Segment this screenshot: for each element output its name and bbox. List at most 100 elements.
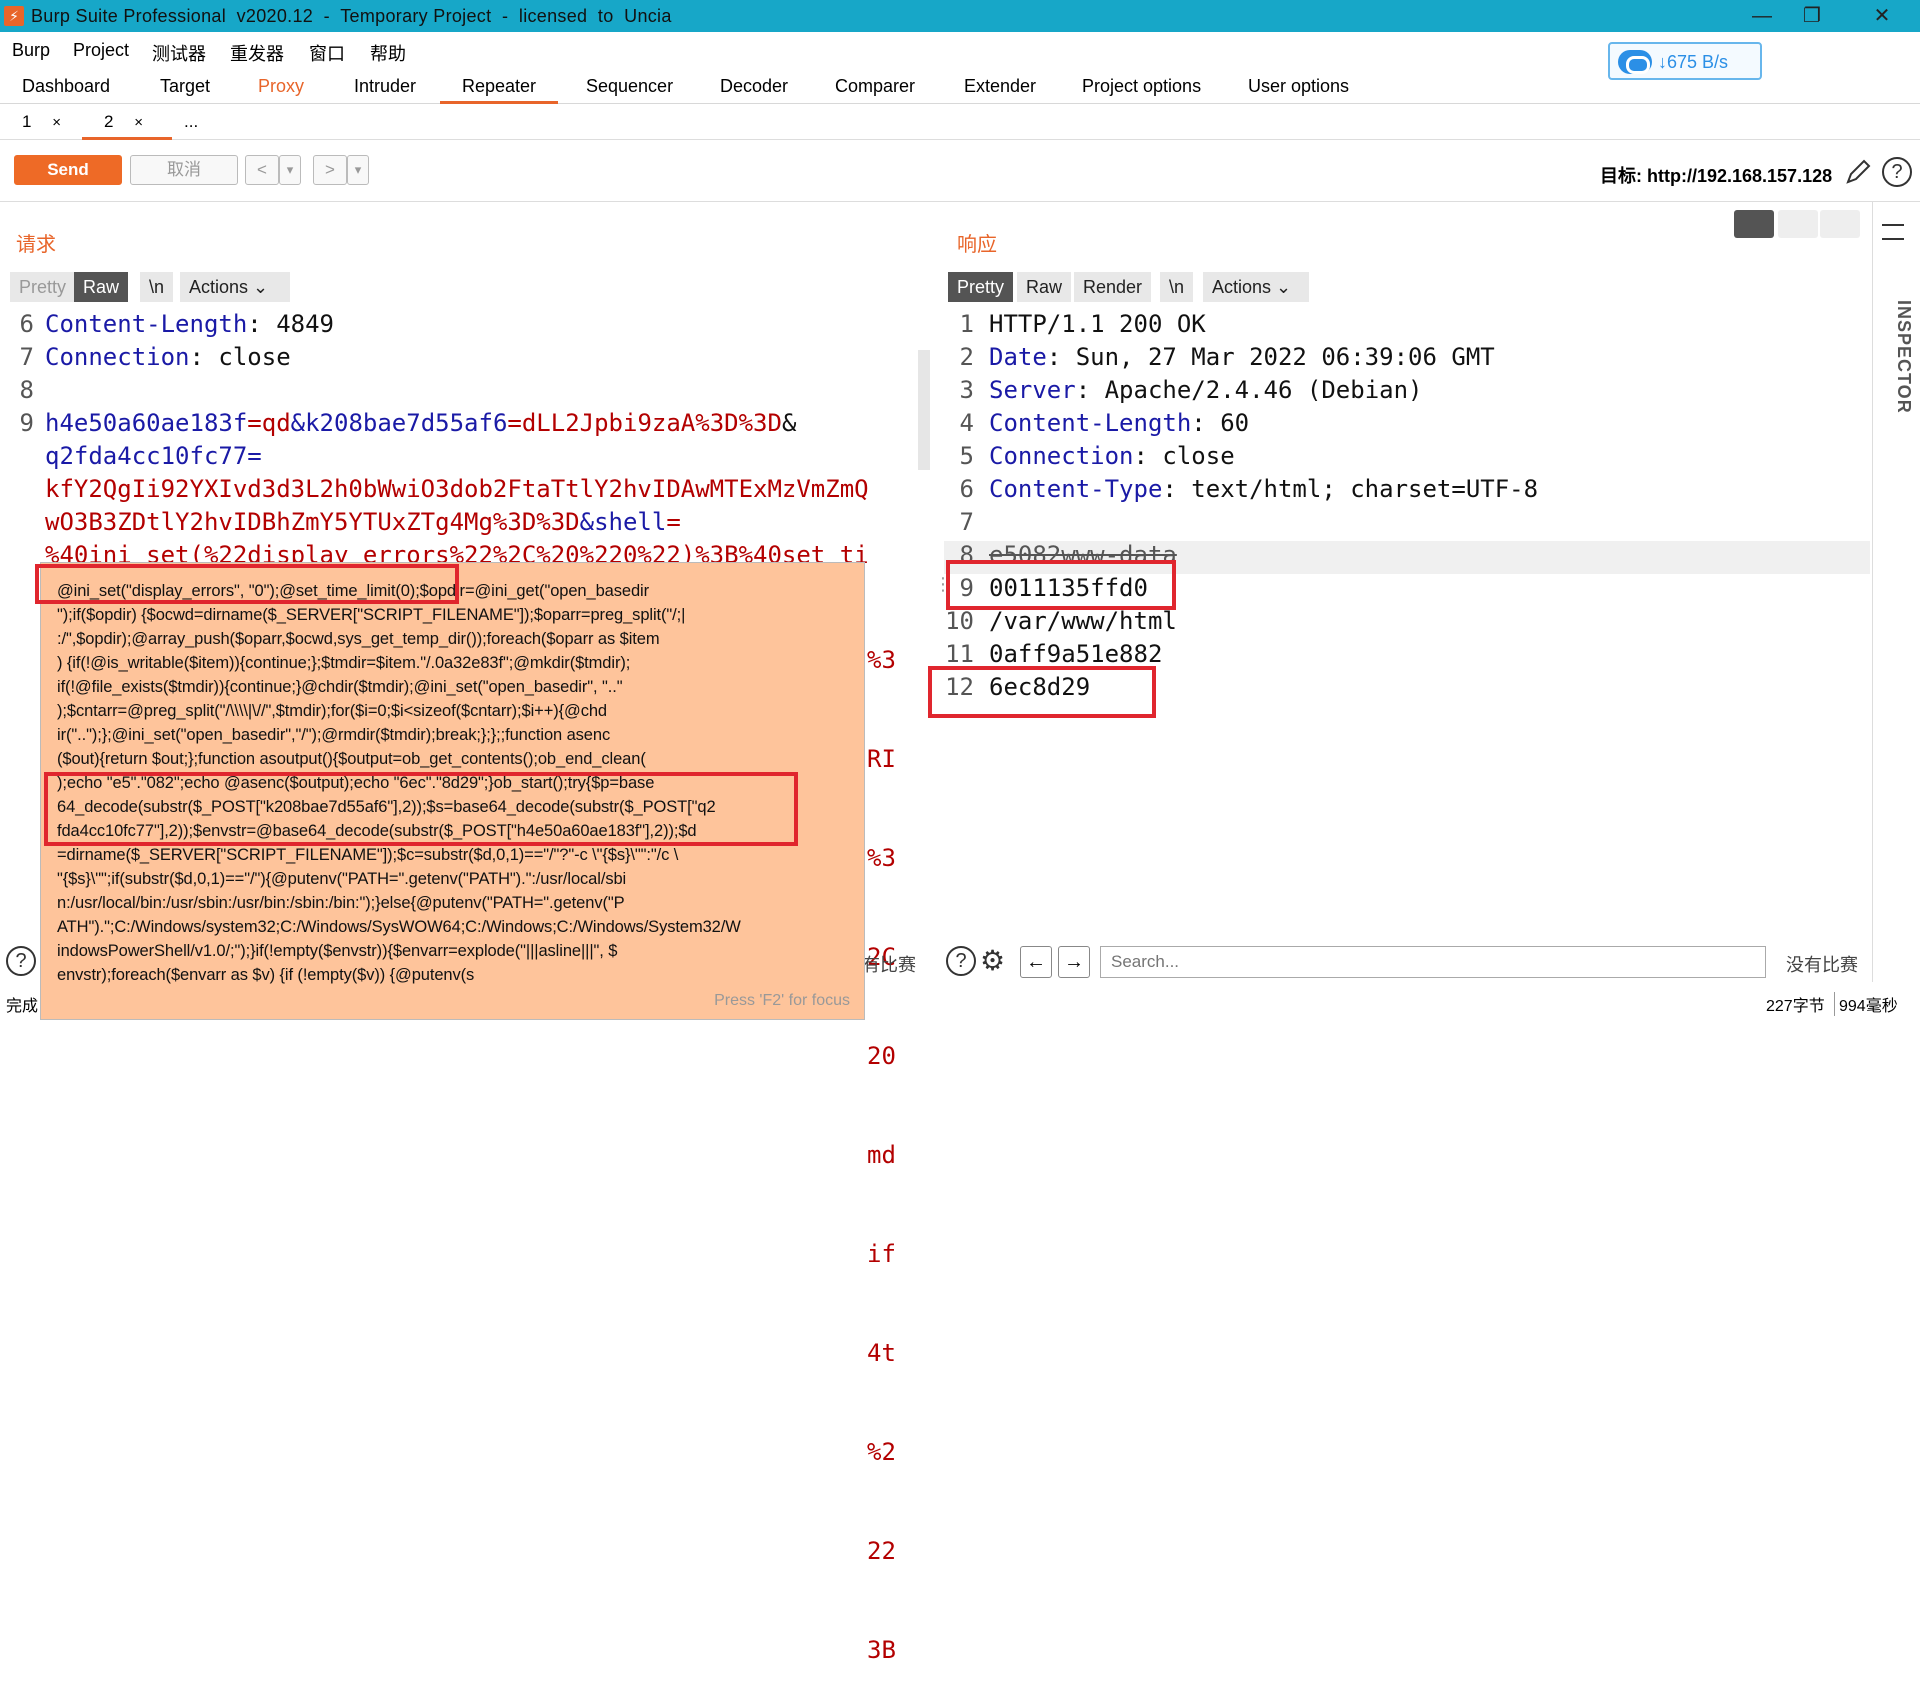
back-history-dropdown[interactable]: ▾ <box>279 155 301 185</box>
menu-project[interactable]: Project <box>73 40 129 61</box>
request-body-line: q2fda4cc10fc77= <box>45 442 262 470</box>
tab-user-options[interactable]: User options <box>1248 76 1349 97</box>
maximize-icon[interactable]: ❐ <box>1792 4 1832 28</box>
response-line: Content-Type: text/html; charset=UTF-8 <box>989 475 1538 503</box>
request-panel-title: 请求 <box>16 232 56 256</box>
status-line: HTTP/1.1 200 OK <box>989 310 1206 338</box>
menu-tester[interactable]: 测试器 <box>152 40 206 66</box>
tab-comparer[interactable]: Comparer <box>835 76 915 97</box>
response-tab-newline[interactable]: \n <box>1160 272 1194 302</box>
response-tab-pretty[interactable]: Pretty <box>948 272 1014 302</box>
fragment: if <box>867 1240 896 1268</box>
param-separator: & <box>781 409 797 437</box>
request-line: Connection: close <box>45 343 291 371</box>
minimize-icon[interactable]: — <box>1742 4 1782 28</box>
response-line: Date: Sun, 27 Mar 2022 06:39:06 GMT <box>989 343 1495 371</box>
param-value: =qd <box>247 409 291 437</box>
settings-gear-icon[interactable]: ⚙ <box>980 944 1005 977</box>
request-body-fragments: %3 RI %3 2C 20 md if 4t %2 22 3B <box>867 578 896 1700</box>
subtab-more[interactable]: ... <box>184 104 224 140</box>
header-name: Content-Length <box>45 310 248 338</box>
burp-logo-icon: ⚡ <box>4 6 24 26</box>
fragment: 22 <box>867 1537 896 1565</box>
response-help-icon[interactable]: ? <box>946 946 976 976</box>
response-panel-title: 响应 <box>957 232 997 256</box>
status-left: 完成 <box>6 998 39 1015</box>
request-tab-newline[interactable]: \n <box>140 272 174 302</box>
title-bar: ⚡ Burp Suite Professional v2020.12 - Tem… <box>0 0 1920 32</box>
request-tab-pretty[interactable]: Pretty <box>10 272 76 302</box>
response-tab-render[interactable]: Render <box>1074 272 1152 302</box>
subtab-close-icon[interactable]: × <box>134 114 143 131</box>
subtab-label: 1 <box>22 112 32 131</box>
menu-window[interactable]: 窗口 <box>309 40 345 66</box>
cancel-button[interactable]: 取消 <box>130 155 238 185</box>
header-name: Content-Type <box>989 475 1163 503</box>
split-horizontal-icon[interactable] <box>1734 210 1774 238</box>
param-value: =dLL2Jpbi9zaA%3D%3D <box>507 409 782 437</box>
forward-button[interactable]: > <box>313 155 347 185</box>
pencil-icon[interactable] <box>1844 158 1872 186</box>
tab-project-options[interactable]: Project options <box>1082 76 1201 97</box>
line-number: 9 <box>19 409 34 437</box>
actions-label: Actions <box>189 277 249 297</box>
forward-history-dropdown[interactable]: ▾ <box>347 155 369 185</box>
fragment: %3 <box>867 646 896 674</box>
response-actions-dropdown[interactable]: Actions ⌄ <box>1203 272 1309 302</box>
request-actions-dropdown[interactable]: Actions ⌄ <box>180 272 290 302</box>
tab-intruder[interactable]: Intruder <box>354 76 416 97</box>
single-pane-icon[interactable] <box>1820 210 1860 238</box>
fragment: md <box>867 1141 896 1169</box>
search-next-icon[interactable]: → <box>1058 946 1090 978</box>
tab-proxy[interactable]: Proxy <box>258 76 304 97</box>
header-name: Server <box>989 376 1076 404</box>
fragment: %2 <box>867 1438 896 1466</box>
tab-repeater[interactable]: Repeater <box>440 70 559 104</box>
request-body-line: wO3B3ZDtlY2hvIDBhZmY5YTUxZTg4Mg%3D%3D&sh… <box>45 508 681 536</box>
line-number: 8 <box>19 376 34 404</box>
subtab-1[interactable]: 1 × <box>10 104 80 140</box>
header-value: : text/html; charset=UTF-8 <box>1162 475 1539 503</box>
header-name: Date <box>989 343 1047 371</box>
line-number: 4 <box>959 409 974 437</box>
window-title: Burp Suite Professional v2020.12 - Tempo… <box>31 6 672 26</box>
help-icon[interactable]: ? <box>1882 157 1912 187</box>
menu-help[interactable]: 帮助 <box>370 40 406 66</box>
inspector-menu-icon[interactable] <box>1882 224 1904 240</box>
line-number: 10 <box>945 607 974 635</box>
request-scrollbar[interactable] <box>918 350 930 470</box>
split-vertical-icon[interactable] <box>1778 210 1818 238</box>
close-icon[interactable]: ✕ <box>1862 4 1902 28</box>
tab-extender[interactable]: Extender <box>964 76 1036 97</box>
response-search-input[interactable] <box>1100 946 1766 978</box>
inspector-divider <box>1872 202 1873 982</box>
fragment: 4t <box>867 1339 896 1367</box>
request-body-line: kfY2QgIi92YXIvd3d3L2h0bWwiO3dob2FtaTtlY2… <box>45 475 869 503</box>
tab-dashboard[interactable]: Dashboard <box>22 76 110 97</box>
request-tab-raw[interactable]: Raw <box>74 272 129 302</box>
tab-target[interactable]: Target <box>160 76 210 97</box>
send-button[interactable]: Send <box>14 155 122 185</box>
response-line: Connection: close <box>989 442 1235 470</box>
tab-decoder[interactable]: Decoder <box>720 76 788 97</box>
search-prev-icon[interactable]: ← <box>1020 946 1052 978</box>
header-name: Content-Length <box>989 409 1192 437</box>
subtab-close-icon[interactable]: × <box>52 114 61 131</box>
highlight-box-line-12 <box>928 666 1156 718</box>
subtab-2[interactable]: 2 × <box>82 104 172 140</box>
inspector-side-tab[interactable]: INSPECTOR <box>1876 300 1914 440</box>
param-name: h4e50a60ae183f <box>45 409 248 437</box>
menu-burp[interactable]: Burp <box>12 40 50 61</box>
header-value: : Apache/2.4.46 (Debian) <box>1075 376 1423 404</box>
pane-splitter-handle[interactable]: ⋮ <box>934 575 952 604</box>
tab-sequencer[interactable]: Sequencer <box>586 76 673 97</box>
menu-repeater[interactable]: 重发器 <box>230 40 284 66</box>
response-tab-raw[interactable]: Raw <box>1017 272 1072 302</box>
back-button[interactable]: < <box>245 155 279 185</box>
response-line: HTTP/1.1 200 OK <box>989 310 1206 338</box>
header-value: : Sun, 27 Mar 2022 06:39:06 GMT <box>1046 343 1495 371</box>
target-label: 目标: http://192.168.157.128 <box>1600 166 1833 186</box>
request-help-icon[interactable]: ? <box>6 946 36 976</box>
highlight-box-tooltip-top <box>35 564 459 604</box>
response-editor[interactable]: 1 2 3 4 5 6 7 8 9 10 11 12 HTTP/1.1 200 … <box>944 310 1870 720</box>
